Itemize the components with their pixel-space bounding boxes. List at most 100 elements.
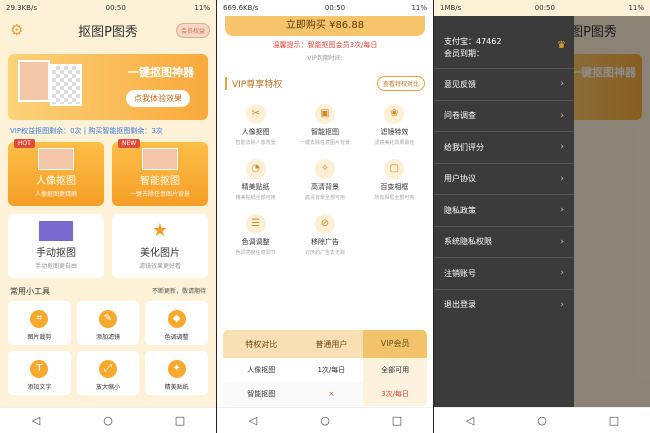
home-icon[interactable]: ○ [532,414,552,427]
system-nav-bar: ◁ ○ □ [217,407,433,433]
tool-tone[interactable]: ◆ 色调调整 [145,301,208,345]
table-cell: 智能抠图 [247,390,276,398]
crop-icon: ⌗ [30,310,49,328]
vip-benefits-button[interactable]: 会员权益 [175,23,210,38]
side-drawer: 支付宝：47462 会员到期： ♛ 意见反馈 › 问卷调查 › 给我们评分 › 用户协… [434,16,574,407]
chevron-right-icon: › [560,110,564,121]
back-icon[interactable]: ◁ [243,414,263,427]
chevron-right-icon: › [560,236,564,247]
privilege-desc: 色调亮度任意调节 [235,250,276,256]
battery: 11% [194,4,210,12]
tools-title: 常用小工具 [10,287,50,296]
menu-system-permissions[interactable]: 系统隐私权限 › [434,225,574,258]
recents-icon[interactable]: □ [170,414,190,427]
banner-photo [18,60,50,102]
tools-note: 不断更新，敬请期待 [151,288,206,295]
recents-icon[interactable]: □ [604,414,624,427]
menu-privacy-policy[interactable]: 隐私政策 › [434,194,574,226]
menu-label: 隐私政策 [444,205,476,215]
menu-feedback[interactable]: 意见反馈 › [434,68,574,100]
card-subtitle: 手动抠图更自由 [34,263,77,270]
tool-zoom[interactable]: ⤢ 放大缩小 [76,351,140,395]
privilege-desc: 智能去除人像背景 [235,140,276,146]
crown-icon: ♛ [557,40,566,51]
menu-label: 问卷调查 [444,111,476,121]
smart-cutout-card[interactable]: NEW 智能抠图 一键去除任意图片背景 [112,139,208,206]
menu-label: 退出登录 [444,300,476,310]
card-thumbnail [142,148,178,170]
home-icon[interactable]: ○ [98,414,118,427]
battery: 11% [411,4,427,12]
privilege-item: ✂ 人像抠图 智能去除人像背景 [221,101,290,146]
status-bar: 29.3KB/s 00:50 11% [0,0,216,16]
system-nav-bar: ◁ ○ □ [0,407,216,433]
vip-remaining-line[interactable]: VIP权益抠图剩余：0次 | 购买智能抠图剩余：3次 [0,120,216,136]
system-nav-bar: ◁ ○ □ [434,407,650,433]
menu-logout[interactable]: 退出登录 › [434,288,574,321]
buy-now-button[interactable]: 立即购买 ¥86.88 [225,16,425,36]
image-icon: ▣ [314,104,335,124]
compare-row: 智能抠图 × 3次/每日 [223,382,427,406]
membership-expiry: 会员到期： [444,49,484,58]
tool-label: 色调调整 [164,334,189,341]
portrait-icon: ✂ [245,104,266,124]
table-cell: 人像抠图 [247,366,276,374]
tool-text[interactable]: T 添加文字 [8,351,71,395]
menu-survey[interactable]: 问卷调查 › [434,99,574,132]
compare-row: 人像抠图 1次/每日 全部可用 [223,358,427,382]
compare-privileges-button[interactable]: 查看特权对比 [376,76,425,91]
privilege-grid: ✂ 人像抠图 智能去除人像背景 ▣ 智能抠图 一键去除任意图片背景 ❀ 滤镜特效 滤镜美化效… [217,91,433,256]
sticker-icon: ◔ [245,159,266,179]
portrait-cutout-card[interactable]: HOT 人像抠图 人像抠图更精确 [8,139,104,206]
tool-filter[interactable]: ✎ 添加滤镜 [76,301,140,345]
background-icon: ✧ [314,159,335,179]
menu-delete-account[interactable]: 注销账号 › [434,257,574,289]
privilege-item: ☰ 色调调整 色调亮度任意调节 [221,211,290,256]
palette-icon: ◆ [167,310,186,328]
menu-label: 系统隐私权限 [444,237,492,247]
tool-label: 添加滤镜 [95,334,120,341]
chevron-right-icon: › [560,205,564,216]
frame-icon: ▢ [384,159,405,179]
hot-tag: HOT [14,139,35,148]
recents-icon[interactable]: □ [387,414,407,427]
menu-label: 注销账号 [444,268,476,278]
chevron-right-icon: › [560,173,564,184]
privilege-desc: 讨厌的广告去无踪 [304,250,345,256]
status-bar: 669.6KB/s 00:50 11% [217,0,433,16]
clock: 00:50 [534,4,555,12]
compare-header-row: 特权对比 普通用户 VIP会员 [223,330,427,358]
back-icon[interactable]: ◁ [460,414,480,427]
privilege-label: 滤镜特效 [380,128,409,136]
privilege-desc: 高清背景全部可用 [304,195,345,201]
try-effect-button[interactable]: 点我体验效果 [126,90,190,107]
drawer-screen: 1MB/s 00:50 11% 抠图P图秀 一键抠图神器 支付宝：47462 会… [434,0,650,433]
privilege-item: ▣ 智能抠图 一键去除任意图片背景 [290,101,359,146]
privilege-label: 移除广告 [310,238,339,246]
privilege-desc: 所有相框全部可用 [374,195,415,201]
app-title: 抠图P图秀 [78,24,138,40]
network-speed: 29.3KB/s [6,4,37,12]
home-icon[interactable]: ○ [315,414,335,427]
filter-icon: ✎ [98,310,117,328]
home-screen: 29.3KB/s 00:50 11% ⚙ 抠图P图秀 会员权益 一键抠图神器 点… [0,0,216,433]
manual-cutout-card[interactable]: 手动抠图 手动抠图更自由 [8,214,104,278]
beautify-card[interactable]: ★ 美化图片 滤镜效果更好看 [112,214,208,278]
menu-label: 用户协议 [444,174,476,184]
menu-rate-us[interactable]: 给我们评分 › [434,131,574,163]
filter-icon: ❀ [384,104,405,124]
gear-icon[interactable]: ⚙ [10,21,23,39]
menu-user-agreement[interactable]: 用户协议 › [434,162,574,195]
account-id: 支付宝：47462 [444,37,502,46]
promo-banner[interactable]: 一键抠图神器 点我体验效果 [8,54,208,120]
table-cell: 全部可用 [363,358,427,382]
sticker-icon: ✦ [167,360,186,378]
table-cell: 3次/每日 [363,382,427,406]
privilege-item: ◔ 精美贴纸 精美贴纸全部可用 [221,156,290,201]
card-subtitle: 人像抠图更精确 [34,191,77,198]
tool-sticker[interactable]: ✦ 精美贴纸 [145,351,208,395]
tool-label: 添加文字 [27,384,52,391]
back-icon[interactable]: ◁ [26,414,46,427]
header-cell: 特权对比 [245,339,278,349]
tool-crop[interactable]: ⌗ 图片裁剪 [8,301,71,345]
